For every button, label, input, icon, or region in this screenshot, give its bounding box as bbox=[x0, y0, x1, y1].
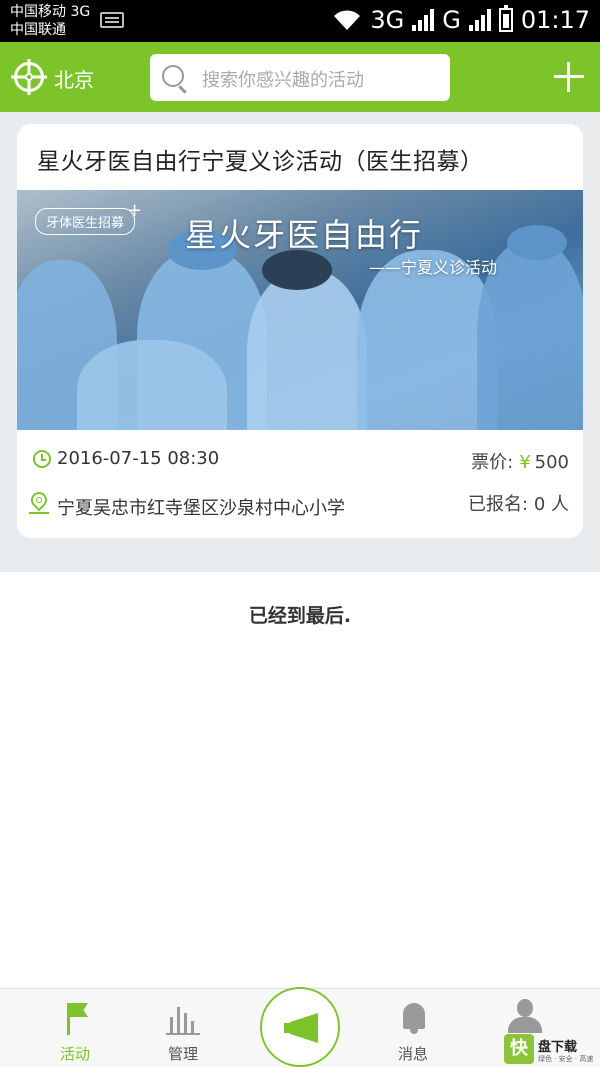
banner-title: 星火牙医自由行 bbox=[185, 216, 424, 254]
carrier-info: 中国移动 3G 中国联通 bbox=[10, 3, 90, 39]
location-pin-icon bbox=[27, 488, 51, 512]
nav-label-manage: 管理 bbox=[167, 1045, 198, 1063]
list-end-text: 已经到最后. bbox=[248, 605, 352, 627]
watermark-logo-mark: 快 bbox=[504, 1034, 534, 1064]
signal-icon-2 bbox=[468, 9, 491, 31]
price-label: 票价: bbox=[471, 452, 514, 473]
event-datetime: 2016-07-15 08:30 bbox=[57, 448, 220, 469]
network-3g-label: 3G bbox=[370, 6, 405, 34]
watermark-subtext: 绿色 · 安全 · 高速 bbox=[538, 1055, 594, 1063]
event-card[interactable]: 星火牙医自由行宁夏义诊活动（医生招募） 牙体医生招募 + 星火牙医自由行 ——宁… bbox=[17, 124, 583, 538]
carrier-1: 中国移动 3G bbox=[10, 4, 91, 20]
event-address: 宁夏吴忠市红寺堡区沙泉村中心小学 bbox=[57, 498, 345, 519]
status-right: 3G G 01:17 bbox=[332, 5, 590, 34]
nav-label-activities: 活动 bbox=[59, 1045, 90, 1063]
banner-tag: 牙体医生招募 bbox=[35, 208, 136, 235]
battery-icon bbox=[498, 5, 513, 32]
nav-label-messages: 消息 bbox=[397, 1045, 428, 1063]
wifi-icon bbox=[334, 10, 361, 30]
event-price: 票价: ¥500 bbox=[471, 448, 569, 474]
nav-tab-activities[interactable]: 活动 bbox=[30, 989, 120, 1067]
bar-chart-icon bbox=[166, 1003, 200, 1035]
user-icon bbox=[508, 999, 542, 1033]
megaphone-icon bbox=[284, 1013, 320, 1043]
event-title: 星火牙医自由行宁夏义诊活动（医生招募） bbox=[37, 149, 484, 175]
location-pin-base bbox=[29, 512, 49, 514]
event-signups: 已报名: 0 人 bbox=[468, 494, 569, 515]
banner-plus-icon: + bbox=[127, 200, 143, 221]
watermark-logo: 快 盘下载 绿色 · 安全 · 高速 bbox=[504, 1034, 594, 1064]
carrier-2: 中国联通 bbox=[10, 22, 66, 38]
nav-tab-manage[interactable]: 管理 bbox=[138, 989, 228, 1067]
signal-icon bbox=[412, 9, 435, 31]
network-g-label: G bbox=[442, 6, 461, 34]
nav-tab-messages[interactable]: 消息 bbox=[368, 989, 458, 1067]
city-selector[interactable]: 北京 bbox=[54, 64, 94, 93]
add-icon[interactable] bbox=[554, 62, 584, 92]
publish-button[interactable] bbox=[260, 987, 340, 1067]
search-icon bbox=[162, 65, 184, 87]
event-banner-image: 牙体医生招募 + 星火牙医自由行 ——宁夏义诊活动 bbox=[17, 190, 583, 430]
bell-icon bbox=[403, 1003, 425, 1034]
app-header: 北京 搜索你感兴趣的活动 bbox=[0, 42, 600, 112]
location-crosshair-icon[interactable] bbox=[14, 62, 44, 92]
clock-time: 01:17 bbox=[520, 6, 590, 34]
search-placeholder: 搜索你感兴趣的活动 bbox=[202, 70, 364, 91]
price-currency: ¥ bbox=[519, 452, 531, 473]
flag-icon bbox=[67, 1003, 70, 1035]
search-input[interactable]: 搜索你感兴趣的活动 bbox=[150, 54, 450, 101]
watermark-text: 盘下载 bbox=[538, 1040, 578, 1055]
clock-icon bbox=[33, 450, 51, 468]
price-value: 500 bbox=[534, 452, 569, 473]
keyboard-icon bbox=[100, 12, 124, 28]
status-bar: 中国移动 3G 中国联通 3G G 01:17 bbox=[0, 0, 600, 42]
banner-subtitle: ——宁夏义诊活动 bbox=[369, 258, 498, 277]
